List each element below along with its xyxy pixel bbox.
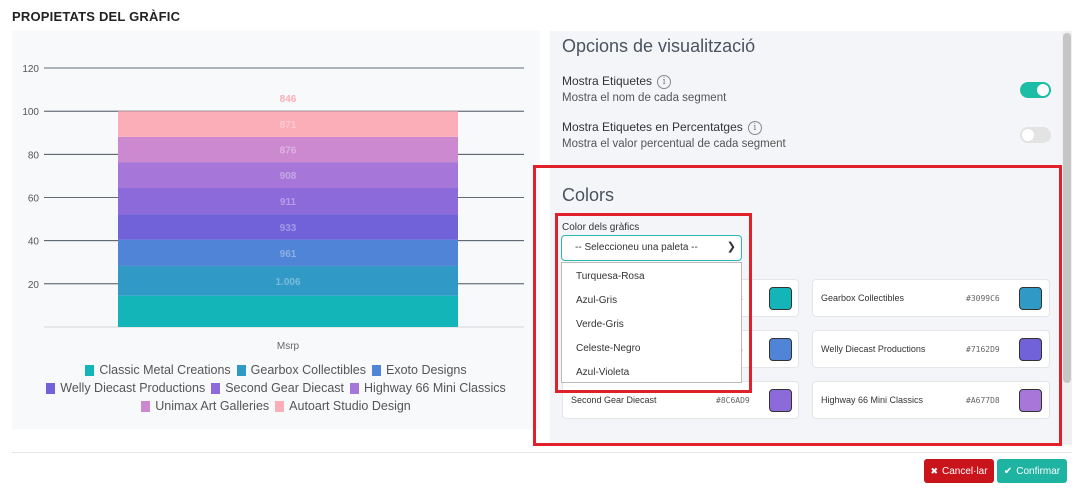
data-label-top: 846: [280, 94, 297, 105]
legend-row-2: Welly Diecast Productions Second Gear Di…: [12, 379, 540, 397]
data-label: 908: [280, 171, 297, 182]
legend-item-exoto[interactable]: Exoto Designs: [372, 361, 467, 379]
legend-item-unimax[interactable]: Unimax Art Galleries: [141, 397, 269, 415]
y-tick-label: 80: [28, 150, 40, 161]
legend-item-gearbox[interactable]: Gearbox Collectibles: [236, 361, 367, 379]
legend-swatch: [350, 382, 360, 394]
legend-item-autoart[interactable]: Autoart Studio Design: [275, 397, 411, 415]
show-labels-label: Mostra Etiquetes i: [562, 74, 672, 89]
chart-preview-panel: 20 40 60 80 100 120 1.006 961 933 911 908 876 871 846…: [12, 31, 540, 429]
show-percent-text: Mostra Etiquetes en Percentatges: [562, 120, 743, 134]
y-tick-label: 120: [22, 64, 39, 75]
legend-item-welly[interactable]: Welly Diecast Productions: [46, 379, 205, 397]
data-label: 871: [280, 120, 297, 131]
display-options-title: Opcions de visualització: [562, 36, 756, 56]
legend-label: Second Gear Diecast: [225, 381, 345, 395]
palette-select-highlight: [555, 213, 752, 393]
stacked-bar-chart: 20 40 60 80 100 120 1.006 961 933 911 908 876 871 846…: [22, 64, 524, 352]
show-labels-toggle[interactable]: [1020, 82, 1051, 98]
legend-label: Unimax Art Galleries: [155, 399, 270, 413]
legend-row-3: Unimax Art Galleries Autoart Studio Desi…: [12, 397, 540, 415]
show-percent-label: Mostra Etiquetes en Percentatges i: [562, 120, 762, 135]
show-labels-text: Mostra Etiquetes: [562, 74, 653, 88]
legend-swatch: [46, 382, 56, 394]
cancel-button[interactable]: ✖ Cancel·lar: [924, 459, 994, 483]
x-category-label: Msrp: [277, 341, 300, 352]
show-labels-description: Mostra el nom de cada segment: [562, 92, 727, 104]
chart-properties-dialog: PROPIETATS DEL GRÀFIC 20 40 60 80 100 120 1.00…: [0, 0, 1076, 499]
legend-swatch: [85, 364, 95, 376]
legend-label: Highway 66 Mini Classics: [364, 381, 506, 395]
y-tick-label: 60: [28, 194, 40, 205]
bar-segment: [118, 295, 458, 327]
legend-swatch: [275, 400, 285, 412]
scrollbar-thumb[interactable]: [1063, 33, 1071, 383]
data-label: 961: [280, 249, 297, 260]
data-label: 1.006: [275, 277, 300, 288]
y-tick-label: 40: [28, 237, 40, 248]
toggle-knob: [1022, 129, 1034, 141]
show-percent-toggle[interactable]: [1020, 127, 1051, 143]
legend-item-classic-metal[interactable]: Classic Metal Creations: [85, 361, 231, 379]
legend-swatch: [236, 364, 246, 376]
confirm-button-label: Confirmar: [1016, 465, 1061, 477]
data-label: 876: [280, 145, 297, 156]
legend-item-second-gear[interactable]: Second Gear Diecast: [211, 379, 344, 397]
legend-swatch: [141, 400, 151, 412]
legend-label: Autoart Studio Design: [289, 399, 411, 413]
check-icon: ✔: [1003, 465, 1013, 477]
data-label: 911: [280, 197, 297, 208]
toggle-knob: [1037, 84, 1049, 96]
close-icon: ✖: [930, 465, 938, 476]
show-percent-description: Mostra el valor percentual de cada segme…: [562, 138, 786, 150]
chart-legend: Classic Metal Creations Gearbox Collecti…: [12, 361, 540, 415]
legend-item-highway-66[interactable]: Highway 66 Mini Classics: [350, 379, 506, 397]
legend-swatch: [211, 382, 221, 394]
y-tick-label: 20: [28, 280, 40, 291]
confirm-button[interactable]: ✔ Confirmar: [997, 459, 1067, 483]
page-title: PROPIETATS DEL GRÀFIC: [12, 9, 181, 24]
legend-label: Classic Metal Creations: [99, 363, 231, 377]
info-icon[interactable]: i: [657, 74, 672, 89]
legend-swatch: [372, 364, 382, 376]
legend-label: Exoto Designs: [386, 363, 467, 377]
legend-label: Welly Diecast Productions: [60, 381, 206, 395]
footer-divider: [12, 452, 1072, 453]
legend-row-1: Classic Metal Creations Gearbox Collecti…: [12, 361, 540, 379]
data-label: 933: [280, 223, 297, 234]
legend-label: Gearbox Collectibles: [250, 363, 367, 377]
y-tick-label: 100: [22, 107, 39, 118]
cancel-button-label: Cancel·lar: [941, 465, 988, 477]
info-icon[interactable]: i: [747, 120, 762, 135]
